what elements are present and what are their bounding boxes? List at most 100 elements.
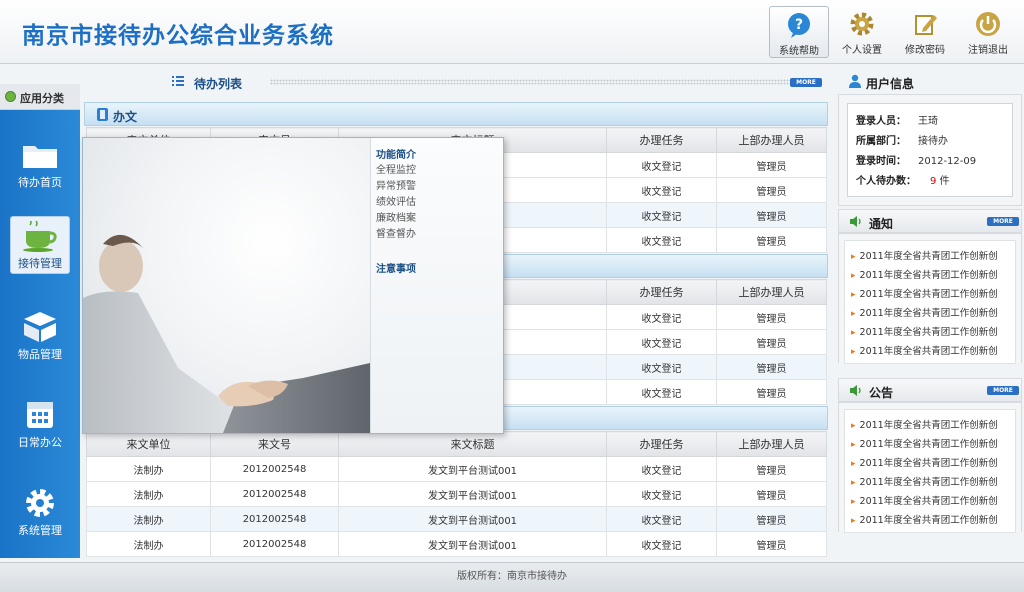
user-info-card: 登录人员： 王琦 所属部门： 接待办 登录时间： 2012-12-09 个人待办数： 9… <box>847 103 1013 197</box>
user-icon <box>849 74 861 88</box>
change-password-label: 修改密码 <box>905 45 945 56</box>
todo-count-unit: 件 <box>936 176 950 187</box>
task-cell: 收文登记 <box>606 304 717 330</box>
handler-cell: 管理员 <box>716 177 827 203</box>
feature-item[interactable]: 全程监控 <box>376 163 416 179</box>
user-key: 所属部门： <box>856 136 906 147</box>
handshake-illustration <box>83 234 370 433</box>
feature-item[interactable]: 督查督办 <box>376 227 416 243</box>
calendar-icon <box>27 402 53 428</box>
svg-text:?: ? <box>795 17 803 33</box>
notice-item[interactable]: 2011年度全省共青团工作创新创 <box>851 267 998 281</box>
sidebar-header: 应用分类 <box>0 84 80 110</box>
sidebar-header-label: 应用分类 <box>20 92 64 105</box>
column-header: 来文标题 <box>338 431 607 457</box>
handler-cell: 管理员 <box>716 202 827 228</box>
task-cell: 收文登记 <box>606 202 717 228</box>
reception-popup: 功能简介 全程监控 异常预警 绩效评估 廉政档案 督查督办 注意事项 <box>82 137 504 434</box>
speaker-icon <box>850 216 861 227</box>
task-cell: 收文登记 <box>606 506 717 532</box>
table-row[interactable]: 法制办 2012002548 发文到平台测试001 收文登记 管理员 <box>86 456 827 482</box>
edit-icon <box>915 15 937 35</box>
doc-title-cell[interactable]: 发文到平台测试001 <box>338 506 607 532</box>
settings-label: 个人设置 <box>842 45 882 56</box>
feature-list: 全程监控 异常预警 绩效评估 廉政档案 督查督办 <box>376 163 416 243</box>
sidebar-item-todo-home[interactable]: 待办首页 <box>10 136 70 194</box>
task-cell: 收文登记 <box>606 379 717 405</box>
todo-more-button[interactable]: MORE <box>790 78 822 87</box>
doc-number-cell: 2012002548 <box>210 456 339 482</box>
handler-cell: 管理员 <box>716 506 827 532</box>
todo-table-3: 来文单位 来文号 来文标题 办理任务 上部办理人员 法制办 2012002548… <box>86 431 827 557</box>
todo-list-title: 待办列表 <box>194 77 243 91</box>
sidebar-item-daily-office[interactable]: 日常办公 <box>10 394 70 452</box>
copyright-text: 版权所有：南京市接待办 <box>457 571 567 582</box>
sidebar-item-reception[interactable]: 接待管理 <box>10 216 70 274</box>
notice-item[interactable]: 2011年度全省共青团工作创新创 <box>851 343 998 357</box>
feature-item[interactable]: 廉政档案 <box>376 211 416 227</box>
notice-item[interactable]: 2011年度全省共青团工作创新创 <box>851 248 998 262</box>
todo-list-bar: 待办列表 MORE <box>84 70 828 94</box>
notice-header: 通知 MORE <box>838 209 1022 233</box>
user-info-header: 用户信息 <box>838 70 1022 94</box>
notice-item[interactable]: 2011年度全省共青团工作创新创 <box>851 324 998 338</box>
header: 南京市接待办公综合业务系统 ? 系统帮助 个人设置 修改密码 注销退出 <box>0 0 1024 64</box>
table-row[interactable]: 法制办 2012002548 发文到平台测试001 收文登记 管理员 <box>86 506 827 532</box>
user-key: 登录人员： <box>856 116 906 127</box>
settings-button[interactable]: 个人设置 <box>832 6 892 58</box>
notice-item[interactable]: 2011年度全省共青团工作创新创 <box>851 305 998 319</box>
unit-cell: 法制办 <box>86 456 211 482</box>
announce-item[interactable]: 2011年度全省共青团工作创新创 <box>851 417 998 431</box>
help-button[interactable]: ? 系统帮助 <box>769 6 829 58</box>
sidebar-item-goods[interactable]: 物品管理 <box>10 306 70 364</box>
logout-button[interactable]: 注销退出 <box>958 6 1018 58</box>
sidebar-item-label: 待办首页 <box>18 176 62 189</box>
handler-cell: 管理员 <box>716 304 827 330</box>
announce-item[interactable]: 2011年度全省共青团工作创新创 <box>851 474 998 488</box>
user-value: 王琦 <box>918 116 938 127</box>
feature-item[interactable]: 异常预警 <box>376 179 416 195</box>
doc-title-cell[interactable]: 发文到平台测试001 <box>338 531 607 557</box>
handler-cell: 管理员 <box>716 379 827 405</box>
change-password-button[interactable]: 修改密码 <box>895 6 955 58</box>
task-cell: 收文登记 <box>606 456 717 482</box>
notice-list: 2011年度全省共青团工作创新创 2011年度全省共青团工作创新创 2011年度… <box>844 240 1016 364</box>
unit-cell: 法制办 <box>86 531 211 557</box>
announce-item[interactable]: 2011年度全省共青团工作创新创 <box>851 512 998 526</box>
notice-title: 通知 <box>869 217 894 231</box>
section-title: 办文 <box>113 110 138 124</box>
announce-panel: 2011年度全省共青团工作创新创 2011年度全省共青团工作创新创 2011年度… <box>838 402 1022 533</box>
sidebar-item-label: 接待管理 <box>18 257 62 270</box>
announce-more-button[interactable]: MORE <box>987 386 1019 395</box>
feature-item[interactable]: 绩效评估 <box>376 195 416 211</box>
handshake-photo <box>83 138 370 433</box>
sidebar-item-system[interactable]: 系统管理 <box>10 482 70 540</box>
notice-more-button[interactable]: MORE <box>987 217 1019 226</box>
sidebar: 待办首页 接待管理 物品管理 日常办公 系统管理 <box>0 110 80 558</box>
table-row[interactable]: 法制办 2012002548 发文到平台测试001 收文登记 管理员 <box>86 481 827 507</box>
doc-title-cell[interactable]: 发文到平台测试001 <box>338 456 607 482</box>
user-value: 2012-12-09 <box>918 156 977 167</box>
notice-item[interactable]: 2011年度全省共青团工作创新创 <box>851 286 998 300</box>
announce-item[interactable]: 2011年度全省共青团工作创新创 <box>851 493 998 507</box>
column-header: 来文单位 <box>86 431 211 457</box>
user-row-login-time: 登录时间： 2012-12-09 <box>856 152 976 167</box>
column-header: 办理任务 <box>606 279 717 305</box>
doc-title-cell[interactable]: 发文到平台测试001 <box>338 481 607 507</box>
table-row[interactable]: 法制办 2012002548 发文到平台测试001 收文登记 管理员 <box>86 531 827 557</box>
unit-cell: 法制办 <box>86 506 211 532</box>
announce-list: 2011年度全省共青团工作创新创 2011年度全省共青团工作创新创 2011年度… <box>844 409 1016 533</box>
task-cell: 收文登记 <box>606 227 717 253</box>
handler-cell: 管理员 <box>716 481 827 507</box>
sidebar-item-label: 日常办公 <box>18 436 62 449</box>
help-label: 系统帮助 <box>779 46 819 57</box>
task-cell: 收文登记 <box>606 177 717 203</box>
announce-item[interactable]: 2011年度全省共青团工作创新创 <box>851 436 998 450</box>
handler-cell: 管理员 <box>716 152 827 178</box>
column-header: 上部办理人员 <box>716 279 827 305</box>
speaker-icon <box>850 385 861 396</box>
check-icon <box>5 91 16 102</box>
document-icon <box>97 108 108 121</box>
announce-item[interactable]: 2011年度全省共青团工作创新创 <box>851 455 998 469</box>
task-cell: 收文登记 <box>606 152 717 178</box>
